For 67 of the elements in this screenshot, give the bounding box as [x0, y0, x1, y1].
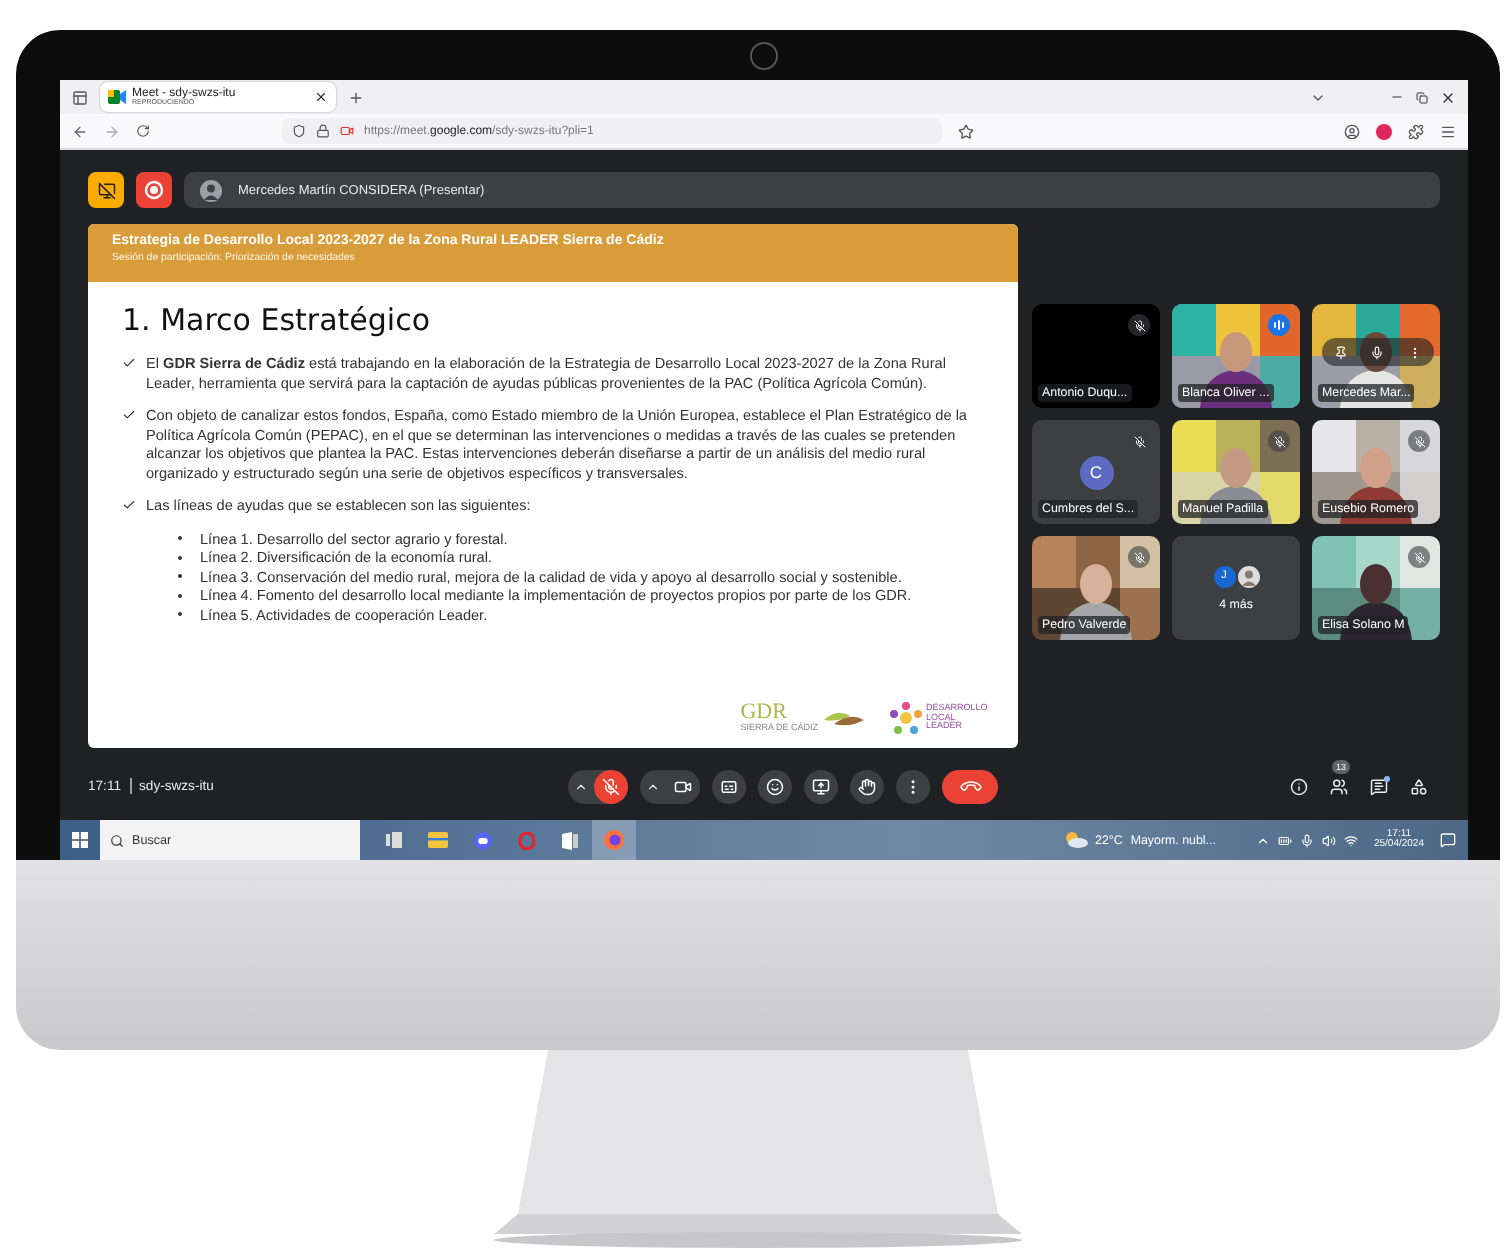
back-icon[interactable] [72, 123, 88, 139]
stop-sign-icon[interactable] [1376, 123, 1392, 139]
minimize-icon[interactable] [1390, 90, 1404, 104]
monitor-off-icon [97, 181, 115, 199]
check-icon [122, 356, 136, 370]
reload-icon[interactable] [136, 124, 150, 138]
raise-hand-button[interactable] [850, 769, 884, 803]
person-avatar-icon [1237, 565, 1259, 587]
extensions-icon[interactable] [1408, 123, 1424, 139]
end-call-button[interactable] [942, 769, 998, 803]
round-app-icon [473, 831, 491, 849]
captions-button[interactable] [712, 769, 746, 803]
avatar: C [1079, 455, 1113, 489]
globe-icon [604, 830, 624, 850]
camera-icon [340, 124, 354, 138]
lock-icon [316, 124, 330, 138]
close-icon[interactable] [1440, 89, 1456, 105]
microphone-button[interactable] [594, 769, 628, 803]
camera-lens [750, 41, 778, 69]
wifi-icon[interactable] [1343, 833, 1358, 847]
chevron-up-icon[interactable] [1255, 833, 1270, 847]
shield-icon [292, 124, 306, 138]
hand-icon [858, 777, 876, 795]
smiley-icon [766, 777, 784, 795]
captions-icon [720, 777, 738, 795]
check-icon [122, 408, 136, 422]
info-icon[interactable] [1290, 777, 1308, 795]
more-options-button[interactable] [896, 769, 930, 803]
close-icon[interactable] [314, 90, 328, 104]
record-icon [144, 180, 164, 200]
present-button[interactable] [804, 769, 838, 803]
search-icon [110, 833, 124, 847]
speaker-icon[interactable] [1321, 833, 1336, 847]
battery-icon[interactable] [1277, 833, 1292, 847]
emoji-button[interactable] [758, 769, 792, 803]
video-camera-icon [674, 777, 692, 795]
ring-icon [517, 831, 535, 849]
video-camera-icon [108, 90, 126, 104]
leaf-logo-icon [822, 708, 866, 728]
pin-icon[interactable] [1333, 345, 1348, 359]
tabs-icon[interactable] [72, 89, 88, 105]
notifications-icon[interactable] [1440, 832, 1456, 848]
account-icon[interactable] [1344, 123, 1360, 139]
chat-icon[interactable] [1370, 777, 1388, 795]
record-button[interactable] [136, 172, 172, 208]
restore-icon[interactable] [1416, 91, 1428, 103]
bookmark-star-icon[interactable] [958, 123, 974, 139]
presentation-off-button[interactable] [88, 172, 124, 208]
folder-icon [428, 832, 448, 848]
caret-icon[interactable] [574, 779, 588, 793]
check-icon [122, 498, 136, 512]
weather-cloud-icon[interactable] [1063, 832, 1087, 848]
screen-share-icon [812, 777, 830, 795]
people-icon[interactable] [1330, 777, 1348, 795]
caret-icon[interactable] [646, 779, 660, 793]
mic-off-icon [602, 777, 620, 795]
windows-logo-icon[interactable] [72, 832, 88, 848]
slide-heading: 1. Marco Estratégico [122, 302, 432, 338]
document-icon [562, 831, 578, 849]
menu-icon[interactable] [1440, 123, 1456, 139]
new-tab-icon[interactable] [348, 89, 364, 105]
shapes-icon[interactable] [1410, 777, 1428, 795]
task-view-icon [386, 832, 402, 848]
star-figures-logo-icon [890, 702, 922, 734]
microphone-icon[interactable] [1370, 345, 1385, 359]
person-avatar-icon [200, 179, 222, 201]
logo-text: GDR [740, 702, 787, 725]
